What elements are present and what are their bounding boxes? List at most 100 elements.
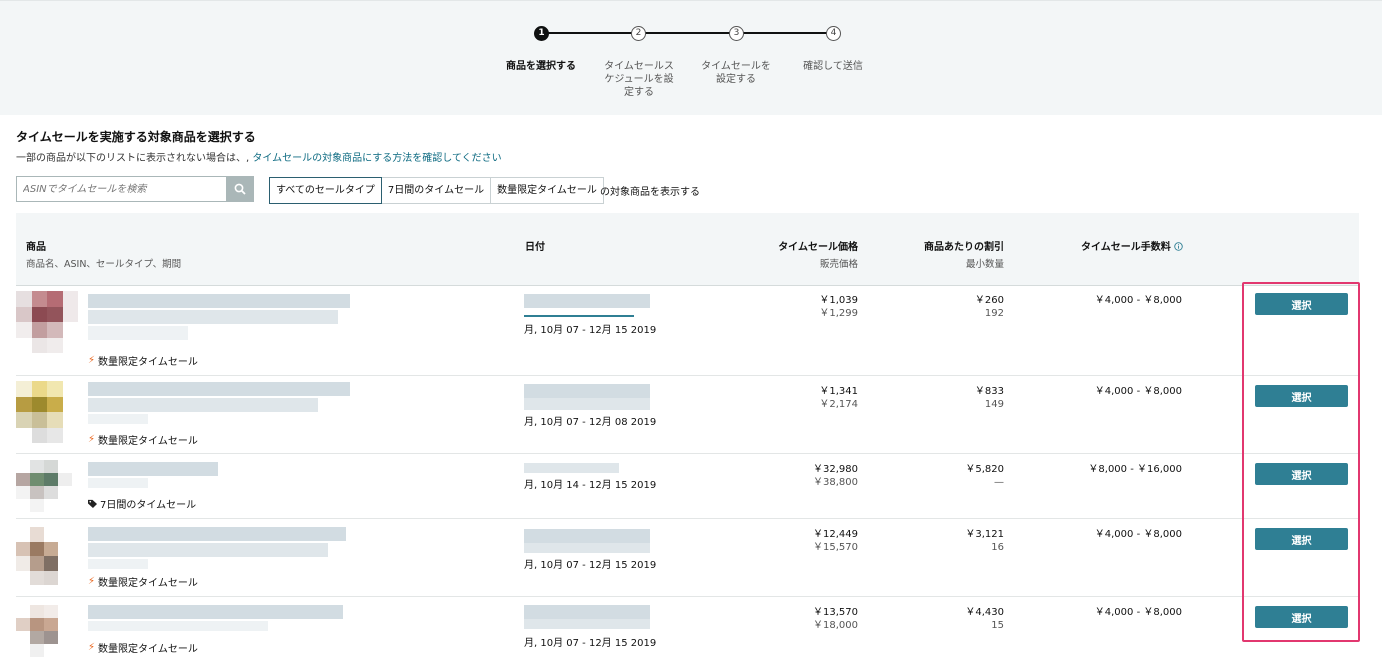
search-icon: [234, 183, 246, 195]
step-line-3: [742, 32, 832, 34]
select-button[interactable]: 選択: [1255, 293, 1348, 315]
step-4-dot: 4: [826, 26, 841, 41]
deal-price: ￥1,039: [819, 295, 858, 306]
page-subtitle: 一部の商品が以下のリストに表示されない場合は、, タイムセールの対象商品にする方…: [16, 149, 502, 164]
table-row: ⚡ 数量限定タイムセール 月, 10月 07 - 12月 15 2019 ￥1,…: [16, 286, 1359, 376]
sale-type-badge: ⚡ 数量限定タイムセール: [88, 353, 198, 368]
deal-price: ￥13,570: [813, 607, 858, 618]
eligibility-help-link[interactable]: タイムセールの対象商品にする方法を確認してください: [252, 153, 501, 164]
col-discount-title: 商品あたりの割引: [924, 242, 1004, 253]
min-quantity: 149: [984, 399, 1004, 410]
select-button[interactable]: 選択: [1255, 385, 1348, 407]
sale-type-filter: すべてのセールタイプ 7日間のタイムセール 数量限定タイムセール: [269, 177, 604, 204]
step-3-dot: 3: [729, 26, 744, 41]
filter-limited-quantity-deal[interactable]: 数量限定タイムセール: [490, 177, 604, 204]
col-price: タイムセール価格 販売価格: [718, 238, 858, 270]
deal-price: ￥12,449: [813, 529, 858, 540]
sale-type-label: 7日間のタイムセール: [100, 500, 197, 511]
product-name-blurred: [88, 310, 338, 324]
sale-type-label: 数量限定タイムセール: [98, 357, 198, 368]
step-1-label: 商品を選択する: [506, 61, 576, 72]
deal-price: ￥32,980: [813, 464, 858, 475]
bolt-icon: ⚡: [88, 434, 96, 445]
date-blurred: [524, 605, 650, 619]
fee-cell: ￥4,000 - ￥8,000: [1094, 386, 1182, 397]
discount-amount: ￥5,820: [965, 464, 1004, 475]
date-blurred: [524, 398, 650, 410]
fee-cell: ￥4,000 - ￥8,000: [1094, 607, 1182, 618]
min-quantity: 15: [991, 620, 1004, 631]
step-4-label: 確認して送信: [803, 61, 863, 72]
date-blurred: [524, 463, 619, 473]
fee-cell: ￥8,000 - ￥16,000: [1088, 464, 1182, 475]
product-name-blurred: [88, 382, 350, 396]
discount-cell: ￥833 149: [864, 385, 1004, 411]
info-icon[interactable]: [1174, 242, 1184, 251]
col-product: 商品 商品名、ASIN、セールタイプ、期間: [26, 238, 181, 270]
product-thumbnail[interactable]: [16, 291, 78, 353]
step-1-dot: 1: [534, 26, 549, 41]
select-button[interactable]: 選択: [1255, 528, 1348, 550]
list-price: ￥38,800: [813, 477, 858, 488]
sale-type-badge: ⚡ 数量限定タイムセール: [88, 640, 198, 655]
price-cell: ￥1,341 ￥2,174: [718, 385, 858, 411]
sale-type-badge: ⚡ 数量限定タイムセール: [88, 574, 198, 589]
step-3-label: タイムセールを設定する: [701, 61, 771, 85]
sale-type-label: 数量限定タイムセール: [98, 578, 198, 589]
deal-date: 月, 10月 07 - 12月 08 2019: [524, 417, 657, 428]
stepper: 1 2 3 4 商品を選択する タイムセールスケジュールを設定する タイムセール…: [0, 0, 1382, 114]
product-thumbnail[interactable]: [16, 460, 72, 512]
sale-type-label: 数量限定タイムセール: [98, 436, 198, 447]
deal-price: ￥1,341: [819, 386, 858, 397]
search-box: [16, 176, 254, 202]
sale-type-badge: ⚡ 数量限定タイムセール: [88, 432, 198, 447]
product-name-blurred: [88, 326, 188, 340]
date-blurred: [524, 543, 650, 553]
deal-date: 月, 10月 07 - 12月 15 2019: [524, 638, 657, 649]
filter-all-sale-types[interactable]: すべてのセールタイプ: [269, 177, 382, 204]
fee-cell: ￥4,000 - ￥8,000: [1094, 529, 1182, 540]
price-cell: ￥1,039 ￥1,299: [718, 294, 858, 320]
price-cell: ￥32,980 ￥38,800: [718, 463, 858, 489]
table-row: 7日間のタイムセール 月, 10月 14 - 12月 15 2019 ￥32,9…: [16, 454, 1359, 519]
product-name-blurred: [88, 621, 268, 631]
select-button[interactable]: 選択: [1255, 606, 1348, 628]
list-price: ￥2,174: [819, 399, 858, 410]
discount-amount: ￥260: [974, 295, 1004, 306]
product-name-blurred: [88, 605, 343, 619]
step-2-label: タイムセールスケジュールを設定する: [604, 61, 674, 98]
col-fee: タイムセール手数料: [1081, 238, 1184, 253]
step-progress-line: [548, 32, 642, 34]
min-quantity: 16: [991, 542, 1004, 553]
fee-cell: ￥4,000 - ￥8,000: [1094, 295, 1182, 306]
asin-search-input[interactable]: [17, 177, 239, 202]
col-price-sub: 販売価格: [819, 259, 858, 270]
product-name-blurred: [88, 398, 318, 412]
product-thumbnail[interactable]: [16, 381, 78, 443]
product-thumbnail[interactable]: [16, 605, 72, 657]
sale-type-badge: 7日間のタイムセール: [88, 496, 196, 511]
step-line-2: [644, 32, 736, 34]
list-price: ￥15,570: [813, 542, 858, 553]
page-title: タイムセールを実施する対象商品を選択する: [16, 130, 256, 144]
select-button[interactable]: 選択: [1255, 463, 1348, 485]
search-button[interactable]: [226, 176, 254, 202]
filter-suffix-text: の対象商品を表示する: [600, 187, 700, 198]
deal-date: 月, 10月 07 - 12月 15 2019: [524, 560, 657, 571]
discount-amount: ￥4,430: [965, 607, 1004, 618]
bolt-icon: ⚡: [88, 355, 96, 366]
bolt-icon: ⚡: [88, 576, 96, 587]
subtitle-text: 一部の商品が以下のリストに表示されない場合は、,: [16, 153, 250, 164]
col-fee-title: タイムセール手数料: [1081, 242, 1171, 253]
filter-7-day-deal[interactable]: 7日間のタイムセール: [380, 177, 492, 204]
product-thumbnail[interactable]: [16, 527, 72, 585]
discount-cell: ￥3,121 16: [864, 528, 1004, 554]
table-row: ⚡ 数量限定タイムセール 月, 10月 07 - 12月 08 2019 ￥1,…: [16, 376, 1359, 454]
discount-cell: ￥5,820 —: [864, 463, 1004, 489]
col-discount: 商品あたりの割引 最小数量: [864, 238, 1004, 270]
col-price-title: タイムセール価格: [778, 242, 858, 253]
discount-cell: ￥4,430 15: [864, 606, 1004, 632]
col-product-sub: 商品名、ASIN、セールタイプ、期間: [26, 259, 182, 270]
product-name-blurred: [88, 543, 328, 557]
discount-cell: ￥260 192: [864, 294, 1004, 320]
